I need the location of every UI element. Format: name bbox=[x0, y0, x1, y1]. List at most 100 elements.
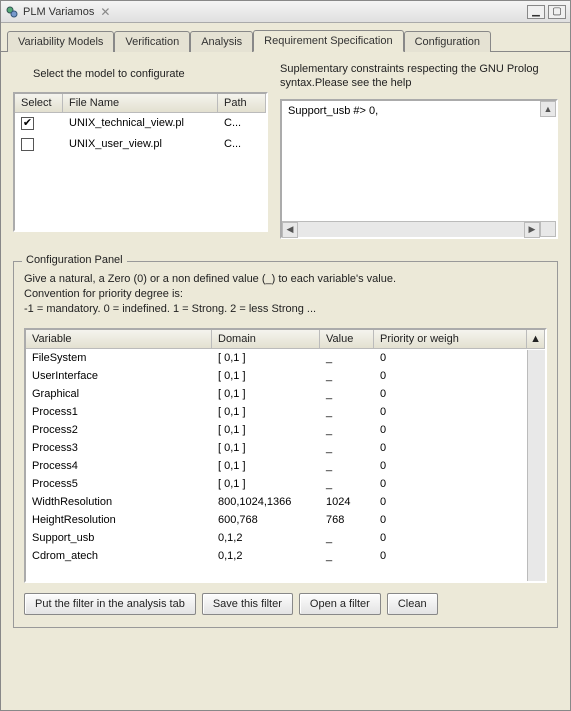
file-header-select[interactable]: Select bbox=[15, 94, 63, 112]
file-row[interactable]: UNIX_user_view.pl C... bbox=[15, 134, 266, 158]
var-cell-domain: 800,1024,1366 bbox=[212, 494, 320, 510]
checkbox-icon[interactable]: ✔ bbox=[21, 117, 34, 130]
put-filter-button[interactable]: Put the filter in the analysis tab bbox=[24, 593, 196, 615]
tab-analysis[interactable]: Analysis bbox=[190, 31, 253, 52]
var-cell-priority: 0 bbox=[374, 530, 545, 546]
table-row[interactable]: Cdrom_atech0,1,2_0 bbox=[26, 547, 545, 565]
var-cell-domain: [ 0,1 ] bbox=[212, 350, 320, 366]
table-row[interactable]: Process2[ 0,1 ]_0 bbox=[26, 421, 545, 439]
model-select-label: Select the model to configurate bbox=[33, 68, 268, 80]
constraints-label: Suplementary constraints respecting the … bbox=[280, 62, 558, 91]
checkbox-icon[interactable] bbox=[21, 138, 34, 151]
table-row[interactable]: WidthResolution800,1024,136610240 bbox=[26, 493, 545, 511]
var-cell-value: 768 bbox=[320, 512, 374, 528]
scroll-corner bbox=[540, 221, 556, 237]
tab-variability-models[interactable]: Variability Models bbox=[7, 31, 114, 52]
var-cell-variable: Process2 bbox=[26, 422, 212, 438]
scroll-right-icon[interactable]: ▶ bbox=[524, 222, 540, 238]
constraints-textarea[interactable]: Support_usb #> 0, ▲ ◀ ▶ bbox=[280, 99, 558, 239]
titlebar: PLM Variamos ✕ ▁ ▢ bbox=[1, 1, 570, 23]
var-cell-value: _ bbox=[320, 458, 374, 474]
var-cell-domain: [ 0,1 ] bbox=[212, 458, 320, 474]
var-header-value[interactable]: Value bbox=[320, 330, 374, 348]
file-header-name[interactable]: File Name bbox=[63, 94, 218, 112]
table-row[interactable]: Graphical[ 0,1 ]_0 bbox=[26, 385, 545, 403]
open-filter-button[interactable]: Open a filter bbox=[299, 593, 381, 615]
var-cell-variable: Process3 bbox=[26, 440, 212, 456]
var-cell-priority: 0 bbox=[374, 494, 545, 510]
file-header-path[interactable]: Path bbox=[218, 94, 266, 112]
constraints-text: Support_usb #> 0, bbox=[282, 101, 556, 221]
table-row[interactable]: UserInterface[ 0,1 ]_0 bbox=[26, 367, 545, 385]
tab-requirement-specification[interactable]: Requirement Specification bbox=[253, 30, 403, 52]
var-cell-domain: [ 0,1 ] bbox=[212, 440, 320, 456]
maximize-button[interactable]: ▢ bbox=[548, 5, 566, 19]
window-title: PLM Variamos bbox=[23, 6, 94, 18]
var-cell-priority: 0 bbox=[374, 458, 545, 474]
var-cell-variable: Process4 bbox=[26, 458, 212, 474]
var-cell-variable: Process1 bbox=[26, 404, 212, 420]
variable-table: Variable Domain Value Priority or weigh … bbox=[24, 328, 547, 583]
config-help-line3: -1 = mandatory. 0 = indefined. 1 = Stron… bbox=[24, 302, 547, 317]
var-cell-value: 1024 bbox=[320, 494, 374, 510]
tab-verification[interactable]: Verification bbox=[114, 31, 190, 52]
scroll-up-icon[interactable]: ▲ bbox=[540, 101, 556, 117]
var-header-domain[interactable]: Domain bbox=[212, 330, 320, 348]
var-cell-domain: 0,1,2 bbox=[212, 548, 320, 564]
app-window: PLM Variamos ✕ ▁ ▢ Variability Models Ve… bbox=[0, 0, 571, 711]
tab-close-icon[interactable]: ✕ bbox=[100, 5, 110, 19]
var-cell-value: _ bbox=[320, 548, 374, 564]
var-header-priority[interactable]: Priority or weigh bbox=[374, 330, 527, 348]
file-name-cell: UNIX_technical_view.pl bbox=[63, 115, 218, 132]
var-cell-value: _ bbox=[320, 440, 374, 456]
var-cell-variable: HeightResolution bbox=[26, 512, 212, 528]
minimize-button[interactable]: ▁ bbox=[527, 5, 545, 19]
var-cell-variable: Cdrom_atech bbox=[26, 548, 212, 564]
var-cell-value: _ bbox=[320, 386, 374, 402]
var-cell-priority: 0 bbox=[374, 386, 545, 402]
var-cell-value: _ bbox=[320, 404, 374, 420]
var-cell-priority: 0 bbox=[374, 350, 545, 366]
file-row[interactable]: ✔ UNIX_technical_view.pl C... bbox=[15, 113, 266, 134]
var-cell-value: _ bbox=[320, 368, 374, 384]
var-cell-domain: [ 0,1 ] bbox=[212, 404, 320, 420]
var-cell-priority: 0 bbox=[374, 548, 545, 564]
var-cell-domain: [ 0,1 ] bbox=[212, 476, 320, 492]
var-cell-variable: FileSystem bbox=[26, 350, 212, 366]
config-help-line1: Give a natural, a Zero (0) or a non defi… bbox=[24, 272, 547, 287]
var-cell-domain: 600,768 bbox=[212, 512, 320, 528]
config-legend: Configuration Panel bbox=[22, 254, 127, 266]
file-name-cell: UNIX_user_view.pl bbox=[63, 136, 218, 156]
table-row[interactable]: Process5[ 0,1 ]_0 bbox=[26, 475, 545, 493]
var-header-variable[interactable]: Variable bbox=[26, 330, 212, 348]
table-row[interactable]: Support_usb0,1,2_0 bbox=[26, 529, 545, 547]
var-cell-value: _ bbox=[320, 422, 374, 438]
var-cell-variable: Support_usb bbox=[26, 530, 212, 546]
configuration-panel: Configuration Panel Give a natural, a Ze… bbox=[13, 261, 558, 628]
var-cell-variable: UserInterface bbox=[26, 368, 212, 384]
table-row[interactable]: HeightResolution600,7687680 bbox=[26, 511, 545, 529]
scroll-left-icon[interactable]: ◀ bbox=[282, 222, 298, 238]
vertical-scrollbar[interactable] bbox=[527, 350, 545, 581]
tab-configuration[interactable]: Configuration bbox=[404, 31, 491, 52]
table-row[interactable]: Process3[ 0,1 ]_0 bbox=[26, 439, 545, 457]
table-row[interactable]: Process1[ 0,1 ]_0 bbox=[26, 403, 545, 421]
file-path-cell: C... bbox=[218, 115, 266, 132]
scroll-up-icon[interactable]: ▲ bbox=[527, 330, 545, 348]
save-filter-button[interactable]: Save this filter bbox=[202, 593, 293, 615]
app-icon bbox=[5, 5, 19, 19]
var-cell-variable: Process5 bbox=[26, 476, 212, 492]
var-cell-priority: 0 bbox=[374, 404, 545, 420]
var-cell-domain: 0,1,2 bbox=[212, 530, 320, 546]
clean-button[interactable]: Clean bbox=[387, 593, 438, 615]
var-cell-variable: WidthResolution bbox=[26, 494, 212, 510]
tabstrip: Variability Models Verification Analysis… bbox=[1, 23, 570, 52]
var-cell-priority: 0 bbox=[374, 422, 545, 438]
var-cell-priority: 0 bbox=[374, 476, 545, 492]
table-row[interactable]: Process4[ 0,1 ]_0 bbox=[26, 457, 545, 475]
table-row[interactable]: FileSystem[ 0,1 ]_0 bbox=[26, 349, 545, 367]
var-cell-value: _ bbox=[320, 350, 374, 366]
file-table: Select File Name Path ✔ UNIX_technical_v… bbox=[13, 92, 268, 232]
file-path-cell: C... bbox=[218, 136, 266, 156]
var-cell-priority: 0 bbox=[374, 512, 545, 528]
